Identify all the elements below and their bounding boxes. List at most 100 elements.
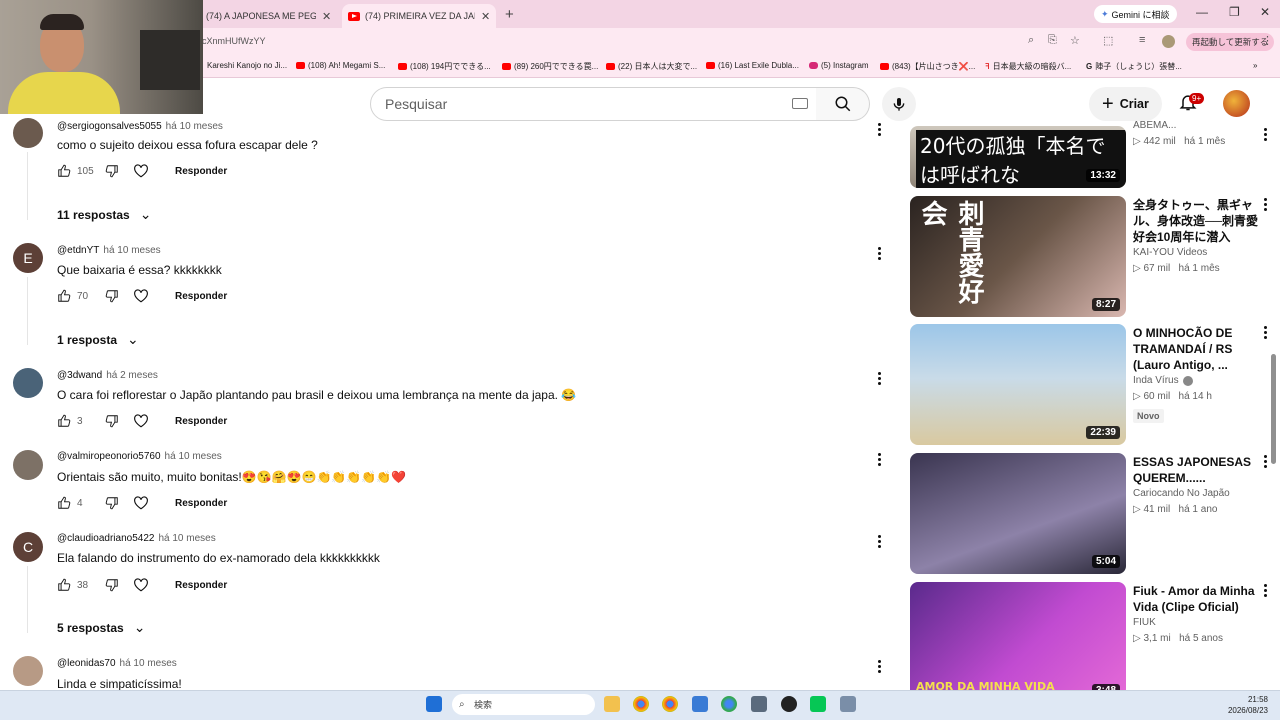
comment-menu-icon[interactable] <box>876 123 882 136</box>
calendar-icon[interactable] <box>840 696 856 712</box>
comment-handle[interactable]: @claudioadriano5422 <box>57 533 154 544</box>
bookmark-item[interactable]: (108) 194円でできる... <box>398 61 491 72</box>
comment-time[interactable]: há 10 meses <box>166 121 223 132</box>
video-menu-icon[interactable] <box>1262 326 1268 339</box>
browser-tab-active[interactable]: (74) PRIMEIRA VEZ DA JAPONE ✕ <box>342 4 497 28</box>
chrome-icon[interactable] <box>633 696 649 712</box>
windows-start-icon[interactable] <box>426 696 442 712</box>
channel-name[interactable]: KAI-YOU Videos <box>1133 247 1207 258</box>
video-thumbnail[interactable]: AMOR DA MINHA VIDA3:48 <box>910 582 1126 703</box>
like-icon[interactable] <box>57 289 71 303</box>
dislike-icon[interactable] <box>105 496 119 510</box>
heart-icon[interactable] <box>133 496 149 510</box>
commenter-avatar[interactable] <box>13 656 43 686</box>
dislike-icon[interactable] <box>105 578 119 592</box>
like-icon[interactable] <box>57 414 71 428</box>
search-input[interactable]: Pesquisar <box>370 87 817 121</box>
new-tab-button[interactable]: + <box>505 6 514 23</box>
video-menu-icon[interactable] <box>1262 455 1268 468</box>
profile-icon[interactable] <box>1162 35 1175 48</box>
comment-handle[interactable]: @sergiogonsalves5055 <box>57 121 162 132</box>
create-button[interactable]: + Criar <box>1089 87 1162 121</box>
close-icon[interactable]: ✕ <box>481 10 490 23</box>
reply-button[interactable]: Responder <box>175 580 227 591</box>
calculator-icon[interactable] <box>751 696 767 712</box>
keyboard-icon[interactable] <box>792 98 808 109</box>
menu-icon[interactable]: ⋮ <box>1262 34 1273 47</box>
bookmark-item[interactable]: G 陣子（しょうじ）張替... <box>1086 61 1182 72</box>
heart-icon[interactable] <box>133 289 149 303</box>
reply-button[interactable]: Responder <box>175 291 227 302</box>
comment-handle[interactable]: @leonidas70 <box>57 658 116 669</box>
voice-search-button[interactable] <box>882 87 916 121</box>
video-title[interactable]: Fiuk - Amor da Minha Vida (Clipe Oficial… <box>1133 583 1263 615</box>
comment-time[interactable]: há 10 meses <box>158 533 215 544</box>
taskbar-search[interactable]: ⌕ 検索 <box>452 694 595 715</box>
commenter-avatar[interactable] <box>13 368 43 398</box>
commenter-avatar[interactable]: E <box>13 243 43 273</box>
star-icon[interactable]: ☆ <box>1070 34 1080 47</box>
comment-menu-icon[interactable] <box>876 247 882 260</box>
bookmark-item[interactable]: Kareshi Kanojo no Ji... <box>207 61 287 70</box>
heart-icon[interactable] <box>133 578 149 592</box>
media-icon[interactable]: ≡ <box>1139 34 1145 46</box>
video-thumbnail[interactable]: 5:04 <box>910 453 1126 574</box>
channel-name[interactable]: Inda Vírus <box>1133 375 1193 386</box>
dislike-icon[interactable] <box>105 414 119 428</box>
comment-time[interactable]: há 2 meses <box>106 370 158 381</box>
comment-time[interactable]: há 10 meses <box>120 658 177 669</box>
heart-icon[interactable] <box>133 164 149 178</box>
dislike-icon[interactable] <box>105 289 119 303</box>
comment-handle[interactable]: @3dwand <box>57 370 102 381</box>
video-title[interactable]: ESSAS JAPONESAS QUEREM...... <box>1133 454 1263 486</box>
video-title[interactable]: 全身タトゥー、黒ギャル、身体改造──刺青愛好会10周年に潜入 <box>1133 197 1263 245</box>
chrome-icon[interactable] <box>721 696 737 712</box>
bookmark-item[interactable]: (108) Ah! Megami S... <box>296 61 385 70</box>
like-icon[interactable] <box>57 578 71 592</box>
video-thumbnail[interactable]: 刺青愛好会 8:27 <box>910 196 1126 317</box>
like-icon[interactable] <box>57 496 71 510</box>
comment-time[interactable]: há 10 meses <box>103 245 160 256</box>
video-menu-icon[interactable] <box>1262 584 1268 597</box>
bookmark-item[interactable]: (843)【片山さつき❌... <box>880 61 975 72</box>
bookmark-item[interactable]: (16) Last Exile Dubla... <box>706 61 799 70</box>
comment-menu-icon[interactable] <box>876 660 882 673</box>
reply-button[interactable]: Responder <box>175 416 227 427</box>
bookmark-item[interactable]: (5) Instagram <box>809 61 869 70</box>
file-explorer-icon[interactable] <box>604 696 620 712</box>
channel-name[interactable]: FIUK <box>1133 617 1156 628</box>
minimize-icon[interactable]: — <box>1196 5 1208 19</box>
comment-menu-icon[interactable] <box>876 453 882 466</box>
like-icon[interactable] <box>57 164 71 178</box>
video-title[interactable]: O MINHOCÃO DE TRAMANDAÍ / RS (Lauro Anti… <box>1133 325 1263 373</box>
reply-button[interactable]: Responder <box>175 498 227 509</box>
video-thumbnail[interactable]: 22:39 <box>910 324 1126 445</box>
comment-time[interactable]: há 10 meses <box>165 451 222 462</box>
more-bookmarks-icon[interactable]: » <box>1253 61 1257 70</box>
dislike-icon[interactable] <box>105 164 119 178</box>
translate-icon[interactable]: ⎘ <box>1048 34 1057 47</box>
taskbar-clock[interactable]: 21:58 2026/08/23 <box>1210 694 1268 716</box>
bookmark-item[interactable]: (89) 260円でできる罠... <box>502 61 598 72</box>
commenter-avatar[interactable] <box>13 118 43 148</box>
zoom-icon[interactable]: ⌕ <box>1028 34 1034 47</box>
heart-icon[interactable] <box>133 414 149 428</box>
gemini-button[interactable]: ✦ Gemini に相談 <box>1094 5 1177 23</box>
obs-icon[interactable] <box>781 696 797 712</box>
maximize-icon[interactable]: ❐ <box>1229 5 1240 19</box>
extensions-icon[interactable]: ⬚ <box>1103 34 1113 47</box>
channel-name[interactable]: ABEMA... <box>1133 120 1176 131</box>
chrome-icon[interactable] <box>662 696 678 712</box>
video-menu-icon[interactable] <box>1262 198 1268 211</box>
comment-menu-icon[interactable] <box>876 535 882 548</box>
commenter-avatar[interactable]: C <box>13 532 43 562</box>
view-replies-button[interactable]: 11 respostas ⌄ <box>57 206 151 223</box>
view-replies-button[interactable]: 1 resposta ⌄ <box>57 331 139 348</box>
scrollbar[interactable] <box>1271 354 1276 464</box>
comment-handle[interactable]: @etdnYT <box>57 245 99 256</box>
comment-menu-icon[interactable] <box>876 372 882 385</box>
video-menu-icon[interactable] <box>1262 128 1268 141</box>
channel-name[interactable]: Cariocando No Japão <box>1133 488 1230 499</box>
bookmark-item[interactable]: (22) 日本人は大変で... <box>606 61 697 72</box>
notepad-icon[interactable] <box>692 696 708 712</box>
